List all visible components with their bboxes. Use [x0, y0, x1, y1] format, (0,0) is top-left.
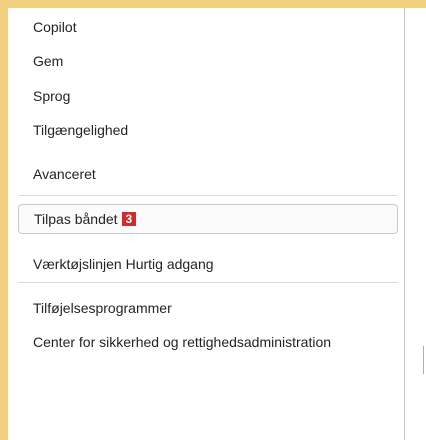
step-badge: 3	[121, 212, 137, 226]
nav-divider	[18, 282, 398, 283]
nav-item-copilot[interactable]: Copilot	[18, 12, 398, 42]
nav-item-center-for-sikkerhed[interactable]: Center for sikkerhed og rettighedsadmini…	[18, 327, 398, 357]
nav-item-tilgaengelighed[interactable]: Tilgængelighed	[18, 115, 398, 145]
nav-item-vaerktoejslinjen-hurtig-adgang[interactable]: Værktøjslinjen Hurtig adgang	[18, 249, 398, 279]
options-nav-panel: Copilot Gem Sprog Tilgængelighed Avancer…	[8, 8, 405, 440]
content-pane	[405, 8, 426, 440]
nav-item-tilfoejelsesprogrammer[interactable]: Tilføjelsesprogrammer	[18, 293, 398, 323]
nav-divider	[18, 195, 398, 196]
window-frame-left	[0, 0, 8, 440]
nav-item-label: Tilpas båndet	[34, 211, 118, 227]
window-frame-top	[0, 0, 426, 8]
nav-item-tilpas-baandet[interactable]: Tilpas båndet 3	[18, 204, 398, 234]
nav-item-avanceret[interactable]: Avanceret	[18, 159, 398, 189]
nav-item-sprog[interactable]: Sprog	[18, 81, 398, 111]
nav-item-gem[interactable]: Gem	[18, 46, 398, 76]
